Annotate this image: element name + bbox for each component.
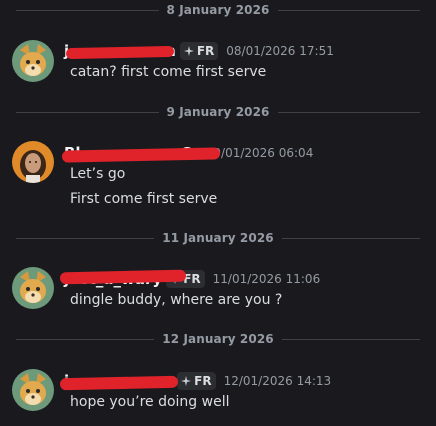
date-divider: 11 January 2026 (16, 229, 421, 247)
redaction-mark (59, 375, 179, 391)
date-divider: 9 January 2026 (16, 103, 420, 121)
date-divider: 8 January 2026 (16, 1, 420, 19)
avatar[interactable] (12, 141, 54, 183)
divider-line (16, 111, 159, 113)
message-group[interactable]: j FR 12/01/2026 14:13 hope you’re doing … (0, 368, 436, 416)
divider-date: 11 January 2026 (162, 231, 274, 245)
username[interactable]: BlCe (61, 143, 221, 163)
divider-date: 12 January 2026 (162, 332, 274, 346)
message-header: BlCe 09/01/2026 06:04 (61, 143, 314, 163)
timestamp[interactable]: 12/01/2026 14:13 (224, 374, 332, 388)
sparkle-icon (183, 46, 194, 56)
divider-line (277, 9, 420, 11)
fox-avatar-icon (12, 267, 54, 309)
divider-date: 8 January 2026 (166, 3, 270, 17)
tag-label: FR (194, 374, 212, 388)
divider-date: 9 January 2026 (166, 105, 270, 119)
username[interactable]: just_a_wary (59, 269, 187, 289)
divider-line (16, 9, 159, 11)
date-divider: 12 January 2026 (16, 330, 421, 348)
divider-line (16, 338, 155, 340)
chat-message-list[interactable]: 8 January 2026 jn (0, 0, 436, 426)
timestamp[interactable]: 11/01/2026 11:06 (213, 272, 321, 286)
timestamp[interactable]: 09/01/2026 06:04 (206, 146, 314, 160)
server-tag[interactable]: FR (179, 42, 219, 60)
message-header: jn FR 08/01/2026 17:51 (64, 41, 334, 61)
tag-label: FR (196, 44, 215, 58)
divider-line (277, 111, 420, 113)
message-text: dingle buddy, where are you ? (70, 292, 283, 308)
avatar[interactable] (12, 40, 54, 82)
sparkle-icon (181, 376, 192, 386)
fox-avatar-icon (12, 369, 54, 411)
message-group[interactable]: BlCe 09/01/2026 06:04 Let’s go First com… (0, 140, 436, 212)
message-text: Let’s go (70, 166, 126, 182)
message-header: just_a_wary FR 11/01/2026 11:06 (59, 269, 321, 289)
redaction-mark (65, 45, 175, 60)
message-group[interactable]: jn FR 08/01/2026 17:51 catan? first come… (0, 38, 436, 86)
divider-line (281, 237, 421, 239)
server-tag[interactable]: FR (177, 372, 216, 390)
message-text: hope you’re doing well (70, 394, 230, 410)
username[interactable]: j (59, 371, 179, 391)
message-text: catan? first come first serve (70, 64, 267, 80)
username[interactable]: jn (64, 41, 176, 61)
message-header: j FR 12/01/2026 14:13 (59, 371, 332, 391)
divider-line (281, 338, 421, 340)
timestamp[interactable]: 08/01/2026 17:51 (226, 44, 334, 58)
message-group[interactable]: just_a_wary FR 11/01/2026 11:06 dingle b… (0, 266, 436, 314)
avatar[interactable] (12, 267, 54, 309)
portrait-avatar-icon (12, 141, 54, 183)
message-text: First come first serve (70, 191, 218, 207)
avatar[interactable] (12, 369, 54, 411)
divider-line (16, 237, 155, 239)
fox-avatar-icon (12, 40, 54, 82)
